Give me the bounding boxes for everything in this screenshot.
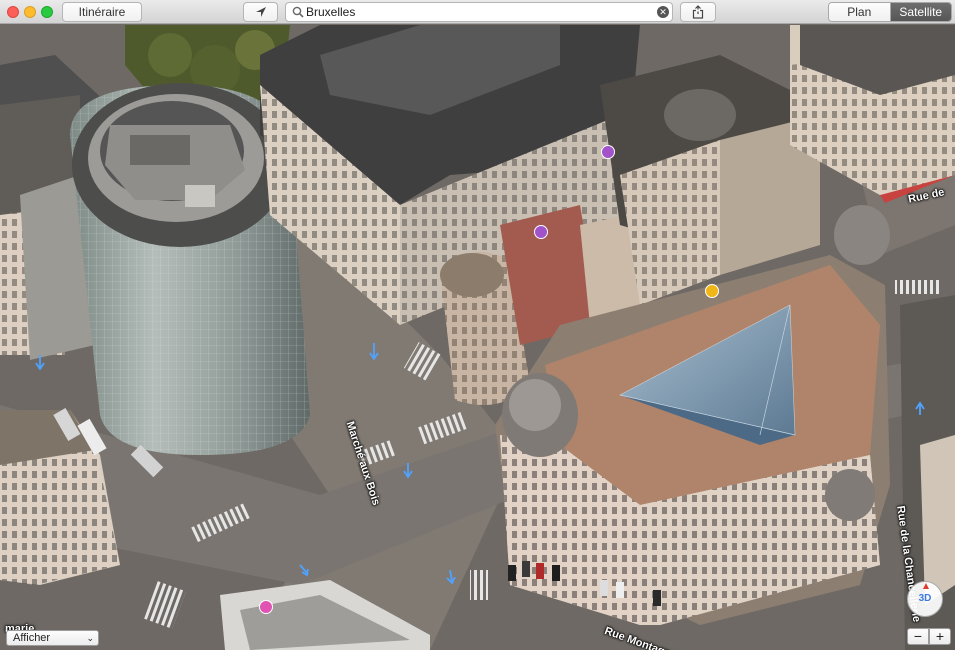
search-icon [292,6,304,18]
share-button[interactable] [680,2,716,22]
bar-icon[interactable] [259,600,273,614]
compass-needle-icon [923,583,929,589]
chevron-down-icon: ⌄ [86,633,94,643]
window-toolbar: Itinéraire ✕ Plan Satellite [0,0,955,24]
close-window-button[interactable] [7,6,19,18]
satellite-view-button[interactable]: Satellite [890,3,951,21]
current-location-button[interactable] [243,2,278,22]
plan-view-button[interactable]: Plan [829,3,891,21]
satellite-map-view[interactable]: Marché aux Bois Rue de Rue de la Chancel… [0,25,955,650]
clear-search-icon[interactable]: ✕ [657,6,669,18]
zoom-in-button[interactable]: + [929,628,951,645]
view-mode-segmented-control: Plan Satellite [828,2,952,22]
show-menu-value: Afficher [13,632,51,644]
compass-3d-button[interactable]: 3D [907,581,943,617]
satellite-imagery [0,25,955,650]
minimize-window-button[interactable] [24,6,36,18]
show-menu-select[interactable]: Afficher ⌄ [6,630,99,646]
location-arrow-icon [255,7,266,17]
zoom-out-button[interactable]: − [907,628,929,645]
itinerary-button[interactable]: Itinéraire [62,2,142,22]
maximize-window-button[interactable] [41,6,53,18]
search-field[interactable]: ✕ [285,2,673,22]
theater-icon[interactable] [534,225,548,239]
shopping-icon[interactable] [705,284,719,298]
theater-icon[interactable] [601,145,615,159]
compass-3d-label: 3D [918,593,932,604]
share-icon [692,5,704,19]
search-input[interactable] [306,4,646,20]
